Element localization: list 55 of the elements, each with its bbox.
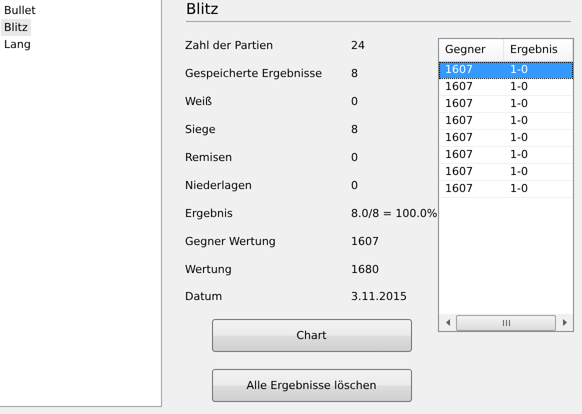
scroll-left-icon[interactable] (446, 319, 450, 326)
stat-label: Gegner Wertung (185, 234, 277, 248)
stat-label: Niederlagen (185, 178, 253, 192)
table-cell-text: 1607 (444, 181, 474, 197)
list-item[interactable]: Blitz (1, 19, 31, 36)
stat-value: 8.0/8 = 100.0% (351, 206, 438, 220)
stat-label: Zahl der Partien (185, 39, 274, 52)
stat-value: 0 (351, 95, 359, 108)
stat-label: Ergebnis (185, 206, 234, 220)
table-cell-text: 1607 (444, 62, 474, 78)
table-row[interactable]: 1607 1-0 (439, 96, 573, 113)
table-cell-text: 1607 (444, 130, 474, 146)
column-header[interactable]: Gegner (439, 39, 504, 62)
stat-label: Siege (185, 123, 217, 136)
table-row[interactable]: 1607 1-0 (439, 113, 573, 130)
stat-value: 0 (351, 151, 359, 164)
table-cell-text: 1-0 (509, 96, 529, 112)
list-item[interactable]: Lang (1, 36, 34, 53)
table-cell-text: 1-0 (509, 147, 529, 163)
table-cell-text: 1607 (444, 113, 474, 129)
action-button[interactable]: Alle Ergebnisse löschen (212, 368, 412, 402)
stat-label: Wertung (185, 262, 233, 276)
table-row[interactable]: 1607 1-0 (439, 181, 573, 198)
action-button[interactable]: Chart (212, 318, 412, 352)
stat-value: 3.11.2015 (351, 290, 408, 304)
table-row[interactable]: 1607 1-0 (439, 79, 573, 96)
table-cell-text: 1-0 (509, 181, 529, 197)
scroll-right-icon[interactable] (562, 319, 566, 326)
table-cell-text: 1-0 (509, 62, 529, 78)
table-cell-text: 1-0 (509, 79, 529, 95)
horizontal-scrollbar[interactable] (439, 314, 573, 331)
list-item[interactable]: Bullet (1, 2, 39, 19)
table-cell-text: 1607 (444, 164, 474, 180)
stat-label: Gespeicherte Ergebnisse (185, 67, 323, 80)
stat-value: 1607 (351, 234, 380, 248)
table-cell-text: 1-0 (509, 130, 529, 146)
stat-value: 1680 (351, 262, 380, 276)
stat-value: 24 (351, 39, 366, 52)
stat-label: Weiß (185, 95, 213, 108)
table-cell-text: 1607 (444, 147, 474, 163)
table-row[interactable]: 1607 1-0 (439, 147, 573, 164)
stat-value: 8 (351, 123, 359, 136)
table-cell-text: 1-0 (509, 113, 529, 129)
table-row[interactable]: 1607 1-0 (439, 164, 573, 181)
table-row[interactable]: 1607 1-0 (439, 130, 573, 147)
stat-label: Remisen (185, 151, 234, 164)
column-header[interactable]: Ergebnis (504, 39, 573, 62)
table-cell-text: 1-0 (509, 164, 529, 180)
stat-label: Datum (185, 290, 224, 304)
section-title: Blitz (186, 0, 571, 22)
table-cell-text: 1607 (444, 96, 474, 112)
stat-value: 8 (351, 67, 359, 80)
grip-icon (502, 320, 510, 326)
stat-value: 0 (351, 178, 359, 192)
table-cell-text: 1607 (444, 79, 474, 95)
